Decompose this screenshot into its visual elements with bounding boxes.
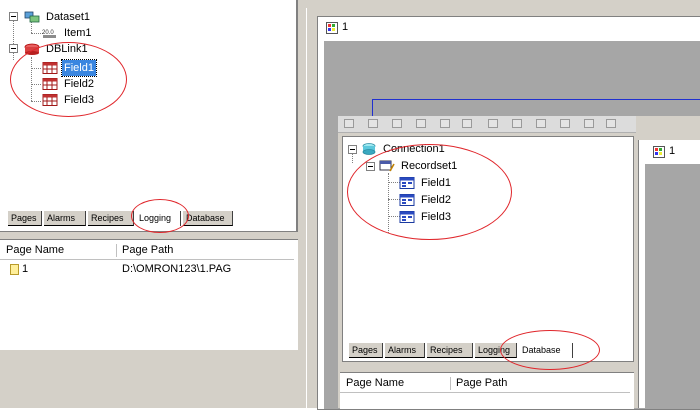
front-page-window: 1 (638, 140, 700, 408)
collapse-recordset-button[interactable] (366, 162, 375, 171)
toolbar-button[interactable] (368, 119, 378, 128)
toolbar-button[interactable] (606, 119, 616, 128)
front-page-canvas[interactable] (645, 164, 700, 408)
back-page-list: Page Name Page Path 1 D:\OMRON123\1.PAG (0, 239, 298, 350)
dblink-icon (24, 43, 40, 55)
field-icon (42, 62, 58, 74)
column-header-page-name[interactable]: Page Name (2, 242, 64, 259)
tab-database[interactable]: Database (519, 343, 573, 358)
toolbar-button[interactable] (344, 119, 354, 128)
back-list-header: Page Name Page Path (0, 242, 294, 260)
tab-database[interactable]: Database (183, 211, 233, 226)
toolbar-button[interactable] (416, 119, 426, 128)
column-header-page-path[interactable]: Page Path (118, 242, 173, 259)
dataset-label: Dataset1 (46, 11, 91, 23)
field2-label: Field2 (421, 194, 451, 206)
toolbar-button[interactable] (440, 119, 450, 128)
tab-recipes[interactable]: Recipes (88, 211, 134, 226)
page-document-icon (653, 146, 665, 158)
field3-label: Field3 (421, 211, 451, 223)
page-path-cell: D:\OMRON123\1.PAG (122, 263, 232, 275)
front-tab-strip: Pages Alarms Recipes Logging Database (349, 343, 629, 359)
back-page-title: 1 (342, 21, 349, 33)
tab-alarms[interactable]: Alarms (44, 211, 86, 226)
field-icon (42, 78, 58, 90)
back-tab-strip: Pages Alarms Recipes Logging Database (8, 211, 290, 227)
field3-label: Field3 (64, 94, 94, 106)
tab-recipes[interactable]: Recipes (427, 343, 473, 358)
front-list-header: Page Name Page Path (340, 375, 630, 393)
page-icon (10, 264, 19, 275)
tab-alarms[interactable]: Alarms (385, 343, 425, 358)
connection-icon (361, 143, 377, 155)
page-document-icon (326, 22, 338, 34)
front-tree-pane: Connection1 Recordset1 Field1 Field2 Fie… (342, 136, 634, 362)
collapse-connection-button[interactable] (348, 145, 357, 154)
item-label: Item1 (64, 27, 92, 39)
dblink-label: DBLink1 (46, 43, 88, 55)
field-icon (399, 211, 415, 223)
toolbar-button[interactable] (512, 119, 522, 128)
column-header-page-path[interactable]: Page Path (452, 375, 507, 392)
front-page-title: 1 (669, 145, 676, 157)
front-window: Connection1 Recordset1 Field1 Field2 Fie… (338, 116, 700, 409)
toolbar-button[interactable] (392, 119, 402, 128)
collapse-dblink-button[interactable] (9, 44, 18, 53)
tab-pages[interactable]: Pages (8, 211, 42, 226)
front-page-titlebar: 1 (639, 140, 700, 162)
back-tree-pane: Dataset1 20.0 Item1 DBLink1 Field1 Field… (0, 0, 298, 232)
toolbar-button[interactable] (560, 119, 570, 128)
field1-label: Field1 (61, 59, 97, 77)
field1-label: Field1 (421, 177, 451, 189)
toolbar-button[interactable] (536, 119, 546, 128)
front-page-list: Page Name Page Path (340, 372, 634, 409)
recordset-icon (379, 160, 395, 172)
dataset-icon (24, 11, 40, 23)
tab-logging[interactable]: Logging (136, 211, 181, 226)
recordset-label: Recordset1 (401, 160, 458, 172)
toolbar-button[interactable] (584, 119, 594, 128)
tab-pages[interactable]: Pages (349, 343, 383, 358)
toolbar-button[interactable] (488, 119, 498, 128)
connection-label: Connection1 (383, 143, 445, 155)
front-toolbar (338, 116, 636, 133)
field-icon (399, 194, 415, 206)
item-icon: 20.0 (42, 27, 58, 39)
column-header-page-name[interactable]: Page Name (342, 375, 404, 392)
table-row[interactable]: 1 D:\OMRON123\1.PAG (0, 262, 294, 278)
toolbar-button[interactable] (462, 119, 472, 128)
back-page-titlebar: 1 (318, 17, 700, 39)
field-icon (42, 94, 58, 106)
page-name-cell: 1 (22, 263, 29, 275)
tab-logging[interactable]: Logging (475, 343, 517, 358)
field2-label: Field2 (64, 78, 94, 90)
collapse-dataset-button[interactable] (9, 12, 18, 21)
field-icon (399, 177, 415, 189)
